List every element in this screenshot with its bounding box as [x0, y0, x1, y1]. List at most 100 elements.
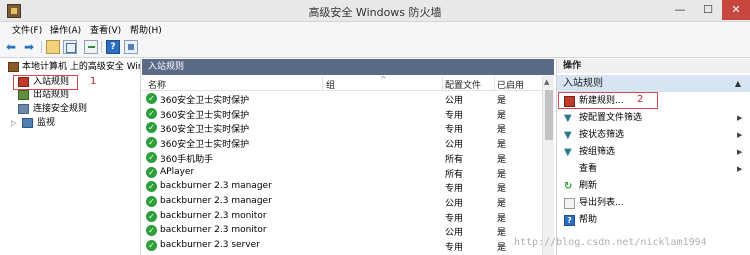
annotation-2: 2 — [637, 94, 644, 105]
rule-name: backburner 2.3 monitor — [160, 225, 267, 236]
actions-title: 操作 — [557, 59, 750, 73]
action-item[interactable]: 导出列表... — [557, 195, 750, 212]
up-folder-icon[interactable] — [46, 40, 60, 54]
rule-name: backburner 2.3 server — [160, 240, 260, 250]
action-item[interactable]: ↻ 刷新 — [557, 178, 750, 195]
collapse-caret-icon[interactable]: ▲ — [735, 75, 741, 92]
enabled-check-icon: ✓ — [146, 195, 157, 207]
scroll-up-icon[interactable]: ▲ — [544, 78, 549, 86]
rule-enabled: 是 — [497, 169, 507, 180]
action-item[interactable]: ▼ 按组筛选 ▶ — [557, 144, 750, 161]
rule-name: backburner 2.3 manager — [160, 181, 272, 192]
rule-profile: 公用 — [445, 96, 464, 106]
submenu-arrow-icon: ▶ — [737, 165, 743, 173]
action-item[interactable]: ? 帮助 — [557, 212, 750, 229]
action-label: 按组筛选 — [579, 147, 616, 157]
column-group[interactable]: 组 — [326, 78, 335, 91]
menu-action[interactable]: 操作(A) — [50, 23, 81, 36]
rule-enabled: 是 — [497, 96, 507, 106]
rule-enabled: 是 — [497, 154, 507, 165]
expand-chevron-icon[interactable]: ▷ — [11, 117, 16, 130]
rule-enabled: 是 — [497, 243, 507, 253]
table-row[interactable]: ✓ 360安全卫士实时保护 公用 是 — [142, 92, 542, 107]
inbound-highlight-box — [13, 75, 78, 90]
rule-name: 360安全卫士实时保护 — [160, 96, 250, 106]
action-label: 帮助 — [579, 215, 598, 225]
actions-section-header[interactable]: 入站规则 ▲ — [557, 75, 750, 92]
column-header-row: 名称 组 ^ 配置文件 已启用 — [142, 75, 542, 91]
menu-bar: 文件(F) 操作(A) 查看(V) 帮助(H) — [0, 22, 750, 36]
firewall-icon — [8, 62, 19, 72]
rule-name: 360安全卫士实时保护 — [160, 110, 250, 121]
column-name[interactable]: 名称 — [148, 78, 166, 91]
monitor-icon — [22, 118, 33, 128]
enabled-check-icon: ✓ — [146, 122, 157, 134]
rule-profile: 公用 — [445, 198, 464, 209]
show-hide-tree-icon[interactable] — [63, 40, 77, 54]
table-row[interactable]: ✓ backburner 2.3 monitor 公用 是 — [142, 224, 542, 239]
rule-profile: 专用 — [445, 110, 464, 121]
export-icon — [564, 198, 575, 209]
vertical-scrollbar[interactable]: ▲ — [542, 76, 554, 255]
column-enabled[interactable]: 已启用 — [497, 78, 524, 91]
enabled-check-icon: ✓ — [146, 181, 157, 193]
scrollbar-thumb[interactable] — [545, 90, 553, 140]
toolbar-separator — [41, 41, 42, 53]
menu-file[interactable]: 文件(F) — [12, 23, 42, 36]
rules-table-body: ✓ 360安全卫士实时保护 公用是 ✓ 360安全卫士实时保护 专用是 ✓ 360安全卫士实时… — [142, 92, 542, 255]
menu-view[interactable]: 查看(V) — [90, 23, 121, 36]
outbound-rules-icon — [18, 90, 29, 100]
action-item[interactable]: ▼ 按配置文件筛选 ▶ — [557, 110, 750, 127]
rule-profile: 所有 — [445, 154, 464, 165]
rule-enabled: 是 — [497, 198, 507, 209]
action-label: 按配置文件筛选 — [579, 113, 643, 123]
column-profile[interactable]: 配置文件 — [445, 78, 481, 91]
enabled-check-icon: ✓ — [146, 166, 157, 178]
rule-profile: 公用 — [445, 140, 464, 151]
annotation-1: 1 — [90, 76, 97, 87]
minimize-button[interactable]: — — [666, 0, 694, 20]
column-divider[interactable] — [322, 76, 323, 91]
table-row[interactable]: ✓ APlayer 所有 是 — [142, 166, 542, 181]
watermark-text: http://blog.csdn.net/nicklam1994 — [514, 237, 707, 248]
action-item[interactable]: ▼ 按状态筛选 ▶ — [557, 127, 750, 144]
table-row[interactable]: ✓ backburner 2.3 monitor 专用 是 — [142, 210, 542, 225]
rule-profile: 专用 — [445, 243, 464, 253]
help-icon: ? — [564, 215, 575, 226]
action-label: 查看 — [579, 164, 598, 174]
column-divider[interactable] — [442, 76, 443, 91]
rule-enabled: 是 — [497, 184, 507, 195]
help-icon[interactable]: ? — [106, 40, 120, 54]
action-item[interactable]: 查看 ▶ — [557, 161, 750, 178]
export-list-icon[interactable] — [84, 40, 98, 54]
table-row[interactable]: ✓ 360安全卫士实时保护 专用 是 — [142, 107, 542, 122]
maximize-button[interactable]: ☐ — [694, 0, 722, 20]
enabled-check-icon: ✓ — [146, 210, 157, 222]
rule-profile: 专用 — [445, 125, 464, 136]
forward-arrow-icon[interactable]: ➡ — [24, 40, 38, 54]
tree-root-label: 本地计算机 上的高级安全 Windows 防火墙 — [22, 62, 140, 72]
tree-item-label: 出站规则 — [33, 90, 70, 100]
properties-icon[interactable] — [124, 40, 138, 54]
column-divider[interactable] — [494, 76, 495, 91]
rule-name: 360手机助手 — [160, 154, 214, 165]
table-row[interactable]: ✓ backburner 2.3 manager 专用 是 — [142, 180, 542, 195]
refresh-icon: ↻ — [564, 181, 573, 192]
back-arrow-icon[interactable]: ⬅ — [6, 40, 20, 54]
table-row[interactable]: ✓ backburner 2.3 manager 公用 是 — [142, 195, 542, 210]
tree-item-label: 连接安全规则 — [33, 104, 88, 114]
submenu-arrow-icon: ▶ — [737, 114, 743, 122]
table-row[interactable]: ✓ 360安全卫士实时保护 专用 是 — [142, 121, 542, 136]
table-row[interactable]: ✓ 360安全卫士实时保护 公用 是 — [142, 136, 542, 151]
rule-enabled: 是 — [497, 228, 507, 239]
filter-icon: ▼ — [564, 130, 572, 141]
table-row[interactable]: ✓ backburner 2.3 server 专用 是 — [142, 239, 542, 254]
table-row[interactable]: ✓ 360手机助手 所有 是 — [142, 151, 542, 166]
rule-name: APlayer — [160, 166, 195, 177]
enabled-check-icon: ✓ — [146, 93, 157, 104]
window-title: 高级安全 Windows 防火墙 — [308, 6, 442, 19]
close-button[interactable]: ✕ — [722, 0, 750, 20]
enabled-check-icon: ✓ — [146, 151, 157, 163]
rule-name: backburner 2.3 monitor — [160, 210, 267, 221]
menu-help[interactable]: 帮助(H) — [130, 23, 162, 36]
